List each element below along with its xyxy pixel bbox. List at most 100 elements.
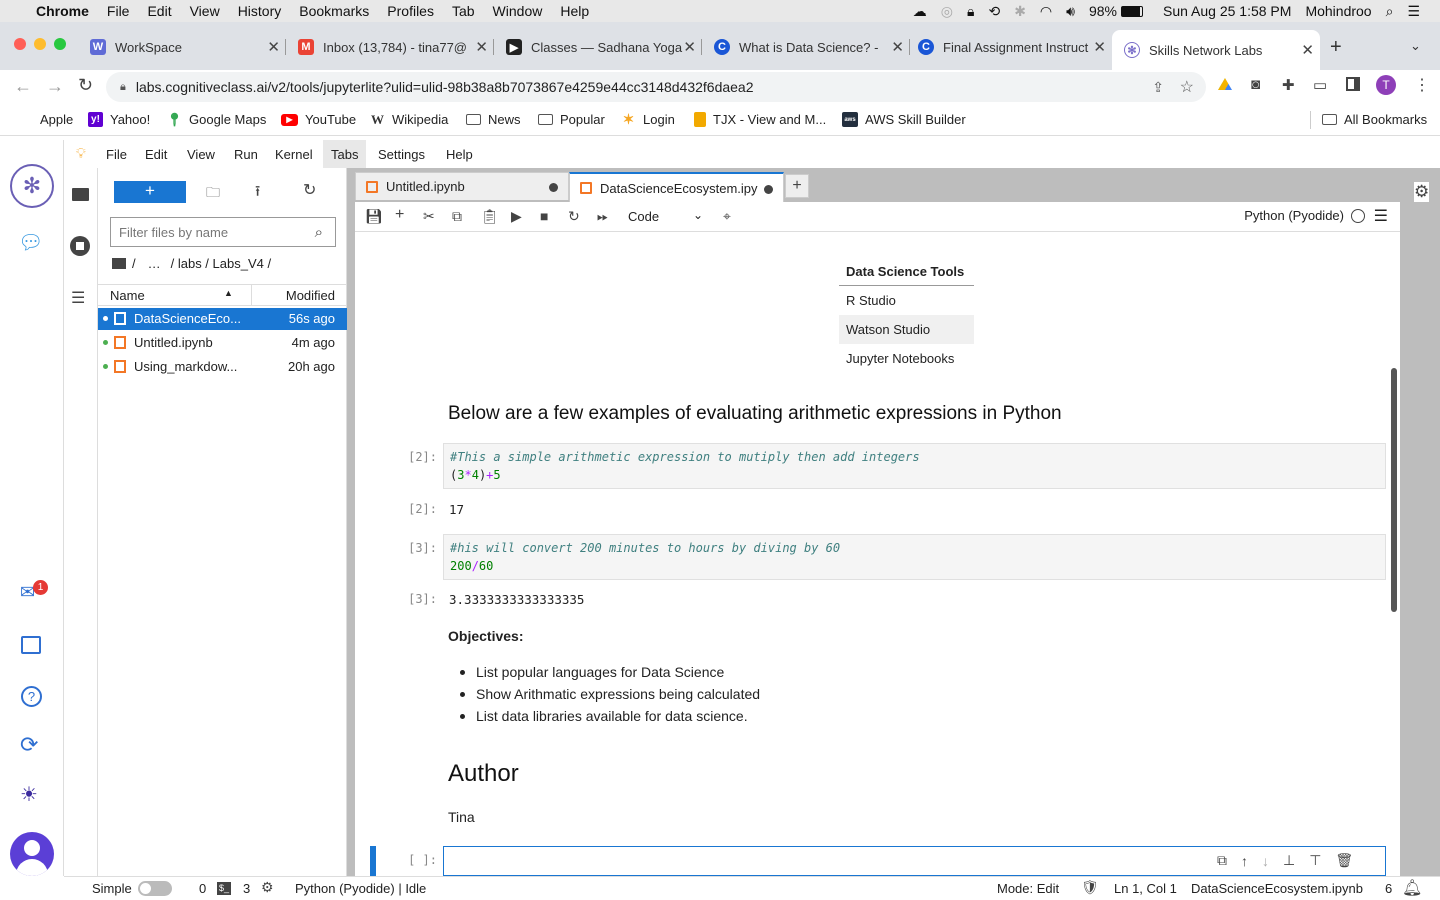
chrome-menu-icon[interactable]: ⋮ — [1414, 75, 1430, 95]
scrollbar-thumb[interactable] — [1391, 368, 1397, 612]
google-drive-icon[interactable] — [1218, 78, 1232, 90]
move-down-icon[interactable]: ↓ — [1262, 853, 1269, 869]
jmenu-tabs[interactable]: Tabs — [323, 140, 367, 168]
panel-splitter[interactable] — [347, 168, 355, 876]
simple-mode-toggle[interactable] — [138, 881, 172, 896]
delete-cell-icon[interactable]: 🗑︎ — [1335, 852, 1353, 869]
wifi-icon[interactable]: ◠ — [1040, 3, 1052, 20]
close-window-button[interactable] — [14, 38, 26, 50]
jmenu-run[interactable]: Run — [234, 147, 258, 162]
menu-window[interactable]: Window — [493, 3, 543, 19]
user-avatar[interactable] — [10, 832, 54, 876]
debugger-icon[interactable]: ⌖ — [723, 208, 731, 225]
app-menu[interactable]: Chrome — [36, 3, 89, 19]
cell-type-select[interactable]: Code ⌄ — [623, 206, 707, 228]
bookmark-apple[interactable]: Apple — [18, 112, 73, 127]
running-icon[interactable] — [70, 236, 90, 256]
skills-network-logo[interactable]: ✻ — [10, 164, 54, 208]
new-folder-icon[interactable]: 🗀︎ — [206, 182, 220, 206]
close-tab-icon[interactable]: ✕ — [1301, 41, 1314, 59]
run-icon[interactable]: ▶ — [511, 208, 522, 225]
browser-tab-workspace[interactable]: W WorkSpace ✕ — [80, 32, 286, 62]
duplicate-cell-icon[interactable]: ⧉ — [1217, 852, 1227, 869]
restart-run-all-icon[interactable]: ⏩︎ — [597, 208, 608, 225]
paste-icon[interactable]: 📋︎ — [481, 208, 499, 225]
menu-edit[interactable]: Edit — [147, 3, 171, 19]
unsaved-dot-icon[interactable] — [549, 183, 558, 192]
new-doc-tab-button[interactable]: + — [785, 174, 809, 198]
cloud-icon[interactable]: ☁ — [913, 3, 927, 20]
property-inspector-icon[interactable]: ⚙ — [1414, 182, 1430, 202]
kernels-count[interactable]: 3 — [243, 881, 250, 896]
close-tab-icon[interactable]: ✕ — [475, 38, 488, 56]
new-launcher-button[interactable]: + — [114, 181, 186, 203]
doc-tab-untitled[interactable]: Untitled.ipynb — [355, 172, 569, 200]
reload-icon[interactable]: ↻ — [78, 75, 93, 96]
bookmark-youtube[interactable]: ▶ YouTube — [281, 112, 356, 127]
restart-icon[interactable]: ↻ — [568, 208, 580, 225]
jmenu-view[interactable]: View — [187, 147, 215, 162]
puzzle-icon[interactable]: ✚ — [1282, 76, 1295, 94]
browser-tab-final-assignment[interactable]: C Final Assignment Instruct ✕ — [910, 32, 1112, 62]
doc-tab-datascienceecosystem[interactable]: DataScienceEcosystem.ipy — [569, 172, 784, 202]
bookmark-tjx[interactable]: TJX - View and M... — [694, 112, 826, 127]
share-icon[interactable]: ⇪ — [1152, 79, 1164, 96]
code-cell[interactable]: #his will convert 200 minutes to hours b… — [443, 534, 1386, 580]
cast-icon[interactable]: ▭ — [1313, 76, 1327, 94]
url-text[interactable]: labs.cognitiveclass.ai/v2/tools/jupyterl… — [136, 79, 754, 95]
new-tab-button[interactable]: + — [1330, 36, 1342, 59]
site-info-icon[interactable]: 🔒︎ — [120, 81, 126, 94]
close-tab-icon[interactable]: ✕ — [891, 38, 904, 56]
help-icon[interactable]: ? — [21, 686, 42, 707]
menu-help[interactable]: Help — [560, 3, 589, 19]
modified-column-header[interactable]: Modified — [286, 288, 335, 303]
bell-icon[interactable]: 🔔︎ — [1402, 878, 1422, 898]
chat-icon[interactable]: 💬︎ — [18, 230, 43, 255]
volume-icon[interactable]: 🔊︎ — [1066, 3, 1075, 20]
menu-file[interactable]: File — [107, 3, 130, 19]
file-browser-icon[interactable] — [72, 188, 89, 201]
bookmark-login[interactable]: ✶ Login — [621, 111, 675, 127]
close-tab-icon[interactable]: ✕ — [683, 38, 696, 56]
menu-history[interactable]: History — [238, 3, 282, 19]
menu-bookmarks[interactable]: Bookmarks — [299, 3, 369, 19]
bookmark-google-maps[interactable]: 📍︎ Google Maps — [166, 112, 266, 128]
forward-icon[interactable]: → — [46, 76, 64, 97]
url-bar[interactable]: 🔒︎ labs.cognitiveclass.ai/v2/tools/jupyt… — [106, 72, 1206, 102]
jmenu-help[interactable]: Help — [446, 147, 473, 162]
tab-search-icon[interactable]: ⌄ — [1410, 38, 1421, 54]
zoom-window-button[interactable] — [54, 38, 66, 50]
insert-above-icon[interactable]: ⊥ — [1283, 852, 1295, 869]
close-tab-icon[interactable]: ✕ — [267, 38, 280, 56]
browser-tab-what-is-ds[interactable]: C What is Data Science? - ✕ — [704, 32, 910, 62]
jmenu-file[interactable]: File — [106, 147, 127, 162]
copy-icon[interactable]: ⧉ — [452, 208, 462, 225]
code-cell[interactable]: #This a simple arithmetic expression to … — [443, 443, 1386, 489]
refresh-icon[interactable]: ⟳ — [20, 732, 38, 758]
jmenu-settings[interactable]: Settings — [378, 147, 425, 162]
menu-view[interactable]: View — [190, 3, 220, 19]
cut-icon[interactable]: ✂ — [423, 208, 435, 225]
bookmark-yahoo[interactable]: y! Yahoo! — [88, 112, 150, 127]
bookmark-star-icon[interactable]: ☆ — [1180, 77, 1194, 97]
minimize-window-button[interactable] — [34, 38, 46, 50]
kernel-icon[interactable]: ⚙ — [261, 879, 274, 896]
battery-icon[interactable] — [1121, 5, 1143, 17]
filter-input[interactable]: Filter files by name ⌕ — [110, 217, 336, 247]
browser-tab-classes[interactable]: ▶ Classes — Sadhana Yoga ✕ — [496, 32, 702, 62]
jmenu-kernel[interactable]: Kernel — [275, 147, 313, 162]
time-machine-icon[interactable]: ⟲ — [988, 3, 1000, 20]
docs-icon[interactable] — [21, 636, 41, 654]
close-tab-icon[interactable]: ✕ — [1093, 38, 1106, 56]
back-icon[interactable]: ← — [14, 76, 32, 97]
extension-icon[interactable]: ◙ — [1251, 76, 1260, 93]
terminal-icon[interactable]: $_ — [217, 882, 231, 895]
sort-ascending-icon[interactable]: ▲ — [224, 288, 233, 298]
bookmark-folder-news[interactable]: News — [466, 112, 521, 127]
bookmark-wikipedia[interactable]: W Wikipedia — [370, 112, 448, 128]
file-row[interactable]: Using_markdow... 20h ago — [98, 356, 347, 378]
browser-tab-inbox[interactable]: M Inbox (13,784) - tina77@ ✕ — [288, 32, 494, 62]
notification-count[interactable]: 6 — [1385, 881, 1392, 896]
bookmark-aws[interactable]: aws AWS Skill Builder — [842, 112, 966, 127]
home-folder-icon[interactable] — [112, 258, 126, 269]
